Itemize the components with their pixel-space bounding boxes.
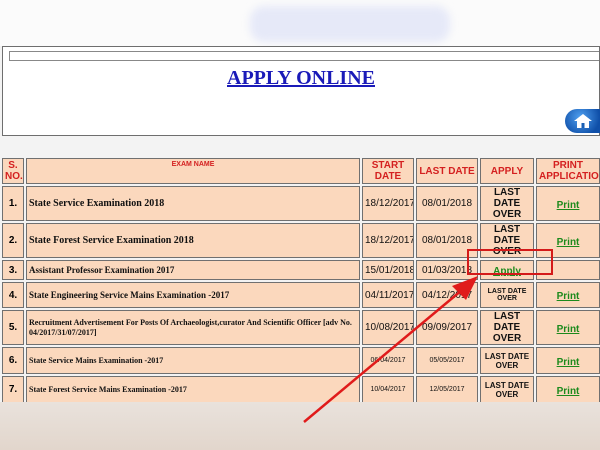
last-date: 04/12/2017 (416, 282, 478, 308)
row-number: 3. (2, 260, 24, 280)
last-date: 01/03/2018 (416, 260, 478, 280)
print-cell: Print (536, 186, 600, 221)
page-title[interactable]: APPLY ONLINE (3, 67, 599, 90)
header-sno: S. NO. (2, 158, 24, 184)
print-link[interactable]: Print (557, 357, 580, 368)
print-link[interactable]: Print (557, 237, 580, 248)
row-number: 4. (2, 282, 24, 308)
print-link[interactable]: Print (557, 386, 580, 397)
start-date: 15/01/2018 (362, 260, 414, 280)
apply-status: LAST DATE OVER (480, 282, 534, 308)
print-cell: Print (536, 282, 600, 308)
table-row: 6. State Service Mains Examination -2017… (2, 347, 600, 374)
table-row: 4. State Engineering Service Mains Exami… (2, 282, 600, 308)
blurred-footer (0, 402, 600, 450)
apply-status: LAST DATE OVER (480, 376, 534, 403)
start-date: 10/08/2017 (362, 310, 414, 345)
header-bar (9, 51, 599, 61)
table-row: 3. Assistant Professor Examination 2017 … (2, 260, 600, 280)
apply-status: LAST DATE OVER (480, 310, 534, 345)
start-date: 18/12/2017 (362, 186, 414, 221)
row-number: 6. (2, 347, 24, 374)
table-row: 1. State Service Examination 2018 18/12/… (2, 186, 600, 221)
start-date: 10/04/2017 (362, 376, 414, 403)
apply-status: LAST DATE OVER (480, 223, 534, 258)
row-number: 7. (2, 376, 24, 403)
header-last-date: LAST DATE (416, 158, 478, 184)
apply-status: LAST DATE OVER (480, 186, 534, 221)
row-number: 5. (2, 310, 24, 345)
table-header-row: S. NO. EXAM NAME START DATE LAST DATE AP… (2, 158, 600, 184)
header-start-date: START DATE (362, 158, 414, 184)
last-date: 08/01/2018 (416, 223, 478, 258)
apply-cell: Apply (480, 260, 534, 280)
table-row: 2. State Forest Service Examination 2018… (2, 223, 600, 258)
table-row: 7. State Forest Service Mains Examinatio… (2, 376, 600, 403)
apply-link[interactable]: Apply (493, 266, 521, 277)
last-date: 09/09/2017 (416, 310, 478, 345)
last-date: 05/05/2017 (416, 347, 478, 374)
print-cell: Print (536, 223, 600, 258)
exam-name: State Service Mains Examination -2017 (26, 347, 360, 374)
start-date: 06/04/2017 (362, 347, 414, 374)
print-cell: Print (536, 310, 600, 345)
table-row: 5. Recruitment Advertisement For Posts O… (2, 310, 600, 345)
exam-name: State Forest Service Mains Examination -… (26, 376, 360, 403)
start-date: 18/12/2017 (362, 223, 414, 258)
exam-name: Assistant Professor Examination 2017 (26, 260, 360, 280)
print-cell: Print (536, 376, 600, 403)
print-cell: Print (536, 347, 600, 374)
print-link[interactable]: Print (557, 291, 580, 302)
home-icon[interactable] (565, 109, 600, 133)
print-cell (536, 260, 600, 280)
last-date: 08/01/2018 (416, 186, 478, 221)
exam-table: S. NO. EXAM NAME START DATE LAST DATE AP… (0, 156, 600, 405)
apply-status: LAST DATE OVER (480, 347, 534, 374)
exam-name: State Service Examination 2018 (26, 186, 360, 221)
print-link[interactable]: Print (557, 324, 580, 335)
header-apply: APPLY (480, 158, 534, 184)
exam-name: Recruitment Advertisement For Posts Of A… (26, 310, 360, 345)
last-date: 12/05/2017 (416, 376, 478, 403)
row-number: 2. (2, 223, 24, 258)
page-header: APPLY ONLINE (2, 46, 600, 136)
browser-top-strip (0, 0, 600, 46)
header-print: PRINT APPLICATION (536, 158, 600, 184)
start-date: 04/11/2017 (362, 282, 414, 308)
exam-name: State Engineering Service Mains Examinat… (26, 282, 360, 308)
print-link[interactable]: Print (557, 200, 580, 211)
header-exam-name: EXAM NAME (26, 158, 360, 184)
exam-name: State Forest Service Examination 2018 (26, 223, 360, 258)
row-number: 1. (2, 186, 24, 221)
blurred-banner (250, 6, 450, 42)
